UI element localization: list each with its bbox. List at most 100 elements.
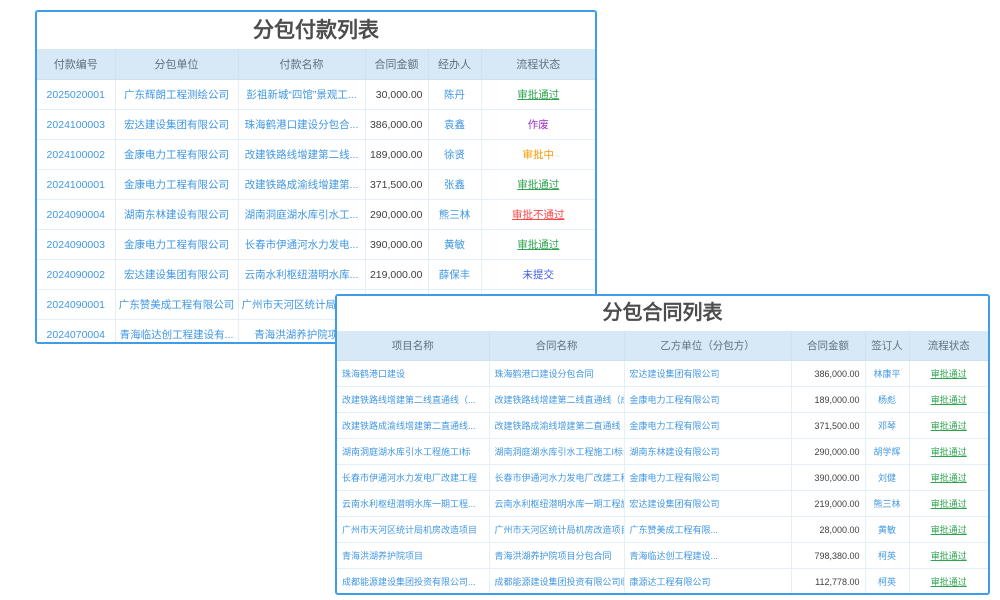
table-row: 湖南洞庭湖水库引水工程施工I标湖南洞庭湖水库引水工程施工I标分包合同湖南东林建设… (337, 439, 988, 465)
status-cell[interactable]: 审批通过 (909, 361, 988, 387)
party-cell[interactable]: 广东赞美成工程有限... (624, 517, 791, 543)
project-cell[interactable]: 广州市天河区统计局机房改造项目 (337, 517, 489, 543)
name-cell[interactable]: 湖南洞庭湖水库引水工... (238, 200, 365, 230)
id-cell[interactable]: 2024100002 (37, 140, 115, 170)
status-cell[interactable]: 审批中 (481, 140, 595, 170)
unit-cell[interactable]: 宏达建设集团有限公司 (115, 110, 238, 140)
party-cell[interactable]: 宏达建设集团有限公司 (624, 361, 791, 387)
contract-cell[interactable]: 青海洪湖养护院项目分包合同 (489, 543, 624, 569)
status-cell[interactable]: 审批不通过 (481, 200, 595, 230)
table-row: 2024100001金康电力工程有限公司改建铁路成渝线增建第...371,500… (37, 170, 595, 200)
contract-cell[interactable]: 广州市天河区统计局机房改造项目分包... (489, 517, 624, 543)
status-cell[interactable]: 审批通过 (909, 439, 988, 465)
signer-cell[interactable]: 胡学辉 (865, 439, 909, 465)
project-cell[interactable]: 长春市伊通河水力发电厂改建工程 (337, 465, 489, 491)
name-cell[interactable]: 云南水利枢纽潜明水库... (238, 260, 365, 290)
status-cell[interactable]: 作废 (481, 110, 595, 140)
handler-cell[interactable]: 袁鑫 (428, 110, 481, 140)
unit-cell[interactable]: 广东辉朗工程测绘公司 (115, 80, 238, 110)
status-cell[interactable]: 审批通过 (481, 230, 595, 260)
party-cell[interactable]: 金康电力工程有限公司 (624, 465, 791, 491)
project-cell[interactable]: 改建铁路成渝线增建第二直通线... (337, 413, 489, 439)
status-cell[interactable]: 审批通过 (909, 387, 988, 413)
status-cell[interactable]: 未提交 (481, 260, 595, 290)
signer-cell[interactable]: 林康平 (865, 361, 909, 387)
status-cell[interactable]: 审批通过 (909, 491, 988, 517)
signer-cell[interactable]: 刘健 (865, 465, 909, 491)
handler-cell[interactable]: 熊三林 (428, 200, 481, 230)
signer-cell[interactable]: 柯英 (865, 569, 909, 595)
column-header: 分包单位 (115, 49, 238, 80)
handler-cell[interactable]: 薛保丰 (428, 260, 481, 290)
handler-cell[interactable]: 黄敏 (428, 230, 481, 260)
id-cell[interactable]: 2025020001 (37, 80, 115, 110)
table-row: 2024100002金康电力工程有限公司改建铁路线增建第二线...189,000… (37, 140, 595, 170)
signer-cell[interactable]: 邓琴 (865, 413, 909, 439)
name-cell[interactable]: 珠海鹤港口建设分包合... (238, 110, 365, 140)
contract-cell[interactable]: 改建铁路成渝线增建第二直通线（成渝... (489, 413, 624, 439)
table-row: 青海洪湖养护院项目青海洪湖养护院项目分包合同青海临达创工程建设...798,38… (337, 543, 988, 569)
status-cell[interactable]: 审批通过 (909, 465, 988, 491)
project-cell[interactable]: 云南水利枢纽潜明水库一期工程... (337, 491, 489, 517)
id-cell[interactable]: 2024100001 (37, 170, 115, 200)
handler-cell[interactable]: 张鑫 (428, 170, 481, 200)
party-cell[interactable]: 青海临达创工程建设... (624, 543, 791, 569)
name-cell[interactable]: 改建铁路线增建第二线... (238, 140, 365, 170)
unit-cell[interactable]: 金康电力工程有限公司 (115, 170, 238, 200)
id-cell[interactable]: 2024070004 (37, 320, 115, 345)
id-cell[interactable]: 2024100003 (37, 110, 115, 140)
id-cell[interactable]: 2024090004 (37, 200, 115, 230)
id-cell[interactable]: 2024090001 (37, 290, 115, 320)
unit-cell[interactable]: 湖南东林建设有限公司 (115, 200, 238, 230)
project-cell[interactable]: 改建铁路线增建第二线直通线（... (337, 387, 489, 413)
amount-cell: 371,500.00 (791, 413, 865, 439)
party-cell[interactable]: 湖南东林建设有限公司 (624, 439, 791, 465)
contract-cell[interactable]: 长春市伊通河水力发电厂改建工程分包... (489, 465, 624, 491)
handler-cell[interactable]: 陈丹 (428, 80, 481, 110)
project-cell[interactable]: 湖南洞庭湖水库引水工程施工I标 (337, 439, 489, 465)
table-row: 珠海鹤港口建设珠海鹤港口建设分包合同宏达建设集团有限公司386,000.00林康… (337, 361, 988, 387)
status-cell[interactable]: 审批通过 (909, 517, 988, 543)
unit-cell[interactable]: 青海临达创工程建设有... (115, 320, 238, 345)
name-cell[interactable]: 彭祖新城“四馆”景观工... (238, 80, 365, 110)
unit-cell[interactable]: 金康电力工程有限公司 (115, 140, 238, 170)
unit-cell[interactable]: 广东赞美成工程有限公司 (115, 290, 238, 320)
amount-cell: 219,000.00 (791, 491, 865, 517)
status-cell[interactable]: 审批通过 (909, 543, 988, 569)
amount-cell: 371,500.00 (365, 170, 428, 200)
project-cell[interactable]: 青海洪湖养护院项目 (337, 543, 489, 569)
id-cell[interactable]: 2024090002 (37, 260, 115, 290)
unit-cell[interactable]: 宏达建设集团有限公司 (115, 260, 238, 290)
party-cell[interactable]: 宏达建设集团有限公司 (624, 491, 791, 517)
status-cell[interactable]: 审批通过 (909, 413, 988, 439)
amount-cell: 112,778.00 (791, 569, 865, 595)
column-header: 流程状态 (909, 331, 988, 361)
party-cell[interactable]: 金康电力工程有限公司 (624, 387, 791, 413)
status-cell[interactable]: 审批通过 (909, 569, 988, 595)
contract-cell[interactable]: 改建铁路线增建第二线直通线（成都-西... (489, 387, 624, 413)
contract-cell[interactable]: 湖南洞庭湖水库引水工程施工I标分包合同 (489, 439, 624, 465)
contracts-title: 分包合同列表 (337, 296, 988, 331)
contract-cell[interactable]: 成都能源建设集团投资有限公司临时办... (489, 569, 624, 595)
project-cell[interactable]: 成都能源建设集团投资有限公司... (337, 569, 489, 595)
column-header: 项目名称 (337, 331, 489, 361)
id-cell[interactable]: 2024090003 (37, 230, 115, 260)
signer-cell[interactable]: 熊三林 (865, 491, 909, 517)
status-cell[interactable]: 审批通过 (481, 80, 595, 110)
amount-cell: 386,000.00 (365, 110, 428, 140)
party-cell[interactable]: 康源达工程有限公司 (624, 569, 791, 595)
table-row: 2025020001广东辉朗工程测绘公司彭祖新城“四馆”景观工...30,000… (37, 80, 595, 110)
name-cell[interactable]: 改建铁路成渝线增建第... (238, 170, 365, 200)
party-cell[interactable]: 金康电力工程有限公司 (624, 413, 791, 439)
contract-cell[interactable]: 珠海鹤港口建设分包合同 (489, 361, 624, 387)
contract-cell[interactable]: 云南水利枢纽潜明水库一期工程施工I标... (489, 491, 624, 517)
signer-cell[interactable]: 柯英 (865, 543, 909, 569)
handler-cell[interactable]: 徐贤 (428, 140, 481, 170)
project-cell[interactable]: 珠海鹤港口建设 (337, 361, 489, 387)
status-cell[interactable]: 审批通过 (481, 170, 595, 200)
unit-cell[interactable]: 金康电力工程有限公司 (115, 230, 238, 260)
signer-cell[interactable]: 黄敏 (865, 517, 909, 543)
column-header: 付款编号 (37, 49, 115, 80)
signer-cell[interactable]: 杨彪 (865, 387, 909, 413)
name-cell[interactable]: 长春市伊通河水力发电... (238, 230, 365, 260)
